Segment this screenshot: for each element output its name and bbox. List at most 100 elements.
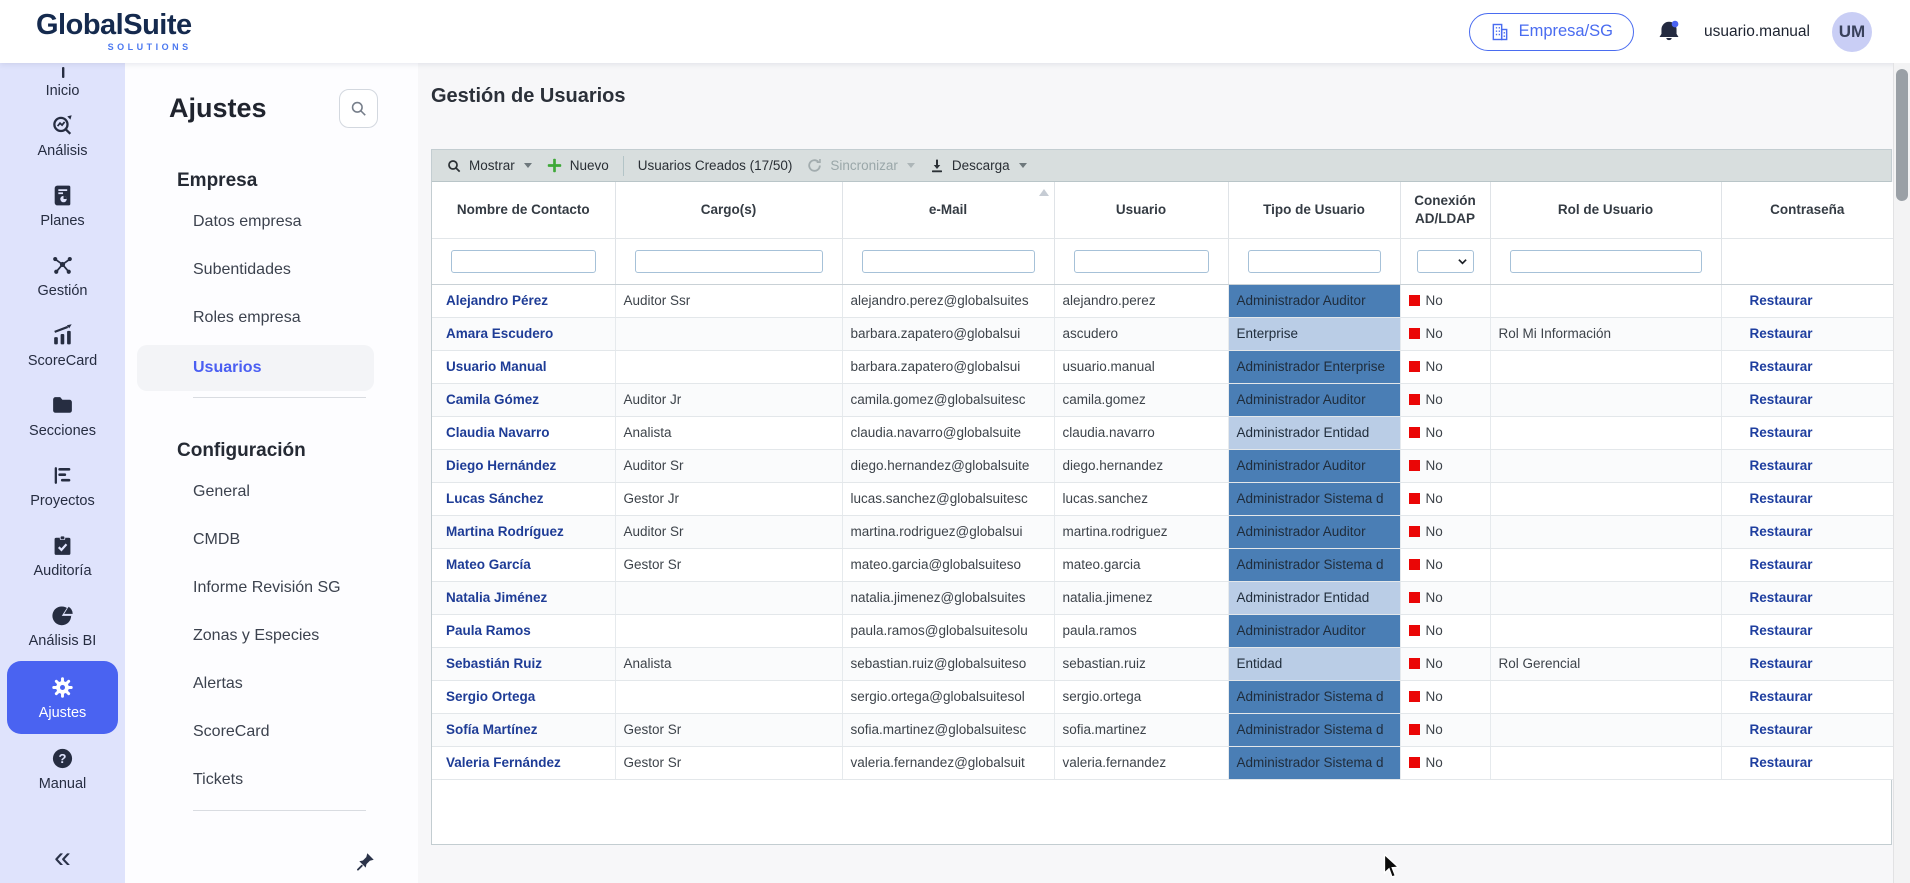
sidebar-item-planes[interactable]: Planes bbox=[7, 171, 118, 241]
building-icon bbox=[1490, 22, 1510, 42]
sidebar-item-usuarios[interactable]: Usuarios bbox=[137, 345, 374, 391]
notifications-button[interactable] bbox=[1656, 18, 1682, 46]
sidebar-item-zonas-y-especies[interactable]: Zonas y Especies bbox=[125, 612, 418, 660]
cell-conexion: No bbox=[1400, 449, 1490, 482]
app-logo: GlobalSuite SOLUTIONS bbox=[36, 11, 192, 52]
cell-name[interactable]: Lucas Sánchez bbox=[432, 482, 615, 515]
filter-select-conexion[interactable] bbox=[1417, 250, 1474, 273]
user-avatar[interactable]: UM bbox=[1832, 12, 1872, 52]
cell-pass[interactable]: Restaurar bbox=[1721, 713, 1893, 746]
column-header-usuario[interactable]: Usuario bbox=[1054, 182, 1228, 238]
cell-name[interactable]: Sofía Martínez bbox=[432, 713, 615, 746]
nuevo-button[interactable]: Nuevo bbox=[546, 157, 609, 174]
sidebar-item-scorecard[interactable]: ScoreCard bbox=[125, 708, 418, 756]
table-row: Valeria FernándezGestor Srvaleria.fernan… bbox=[432, 746, 1893, 779]
cell-pass[interactable]: Restaurar bbox=[1721, 383, 1893, 416]
sincronizar-button[interactable]: Sincronizar bbox=[806, 157, 915, 174]
sidebar-search-button[interactable] bbox=[339, 89, 378, 128]
cell-pass[interactable]: Restaurar bbox=[1721, 317, 1893, 350]
cell-tipo: Entidad bbox=[1228, 647, 1400, 680]
cell-name[interactable]: Amara Escudero bbox=[432, 317, 615, 350]
cell-name[interactable]: Camila Gómez bbox=[432, 383, 615, 416]
cell-name[interactable]: Claudia Navarro bbox=[432, 416, 615, 449]
cell-tipo: Administrador Auditor bbox=[1228, 515, 1400, 548]
cell-usuario: sebastian.ruiz bbox=[1054, 647, 1228, 680]
sidebar-item-proyectos[interactable]: Proyectos bbox=[7, 451, 118, 521]
cell-conexion: No bbox=[1400, 581, 1490, 614]
cell-name[interactable]: Mateo García bbox=[432, 548, 615, 581]
sidebar-item-auditoria[interactable]: Auditoría bbox=[7, 521, 118, 591]
collapse-sidebar-icon[interactable]: « bbox=[54, 843, 71, 873]
column-header-email[interactable]: e-Mail bbox=[842, 182, 1054, 238]
sidebar-item-alertas[interactable]: Alertas bbox=[125, 660, 418, 708]
cell-pass[interactable]: Restaurar bbox=[1721, 416, 1893, 449]
cell-pass[interactable]: Restaurar bbox=[1721, 581, 1893, 614]
cell-cargo: Analista bbox=[615, 647, 842, 680]
column-header-cargo[interactable]: Cargo(s) bbox=[615, 182, 842, 238]
column-header-name[interactable]: Nombre de Contacto bbox=[432, 182, 615, 238]
cell-email: sofia.martinez@globalsuitesc bbox=[842, 713, 1054, 746]
sidebar-item-gestion[interactable]: Gestión bbox=[7, 241, 118, 311]
column-header-rol[interactable]: Rol de Usuario bbox=[1490, 182, 1721, 238]
sidebar-item-scorecard[interactable]: ScoreCard bbox=[7, 311, 118, 381]
sidebar-item-roles-empresa[interactable]: Roles empresa bbox=[125, 294, 418, 342]
filter-input-usuario[interactable] bbox=[1074, 250, 1209, 273]
sidebar-item-analisis[interactable]: Análisis bbox=[7, 101, 118, 171]
cell-pass[interactable]: Restaurar bbox=[1721, 449, 1893, 482]
column-header-tipo[interactable]: Tipo de Usuario bbox=[1228, 182, 1400, 238]
cell-pass[interactable]: Restaurar bbox=[1721, 614, 1893, 647]
cell-name[interactable]: Valeria Fernández bbox=[432, 746, 615, 779]
sidebar-item-subentidades[interactable]: Subentidades bbox=[125, 246, 418, 294]
sidebar-item-ajustes[interactable]: Ajustes bbox=[7, 661, 118, 734]
top-bar: GlobalSuite SOLUTIONS Empresa/SG usuario… bbox=[0, 0, 1910, 63]
descarga-button[interactable]: Descarga bbox=[929, 158, 1027, 174]
mostrar-button[interactable]: Mostrar bbox=[446, 158, 532, 174]
cell-pass[interactable]: Restaurar bbox=[1721, 515, 1893, 548]
cell-name[interactable]: Alejandro Pérez bbox=[432, 284, 615, 317]
cell-name[interactable]: Usuario Manual bbox=[432, 350, 615, 383]
sidebar-item-tickets[interactable]: Tickets bbox=[125, 756, 418, 804]
filter-input-name[interactable] bbox=[451, 250, 596, 273]
pin-sidebar-icon[interactable] bbox=[354, 851, 376, 873]
filter-input-tipo[interactable] bbox=[1248, 250, 1381, 273]
ldap-status-square bbox=[1409, 493, 1420, 504]
sidebar-item-secciones[interactable]: Secciones bbox=[7, 381, 118, 451]
table-row: Sergio Ortegasergio.ortega@globalsuiteso… bbox=[432, 680, 1893, 713]
company-selector-button[interactable]: Empresa/SG bbox=[1469, 13, 1634, 51]
scrollbar-thumb[interactable] bbox=[1896, 69, 1908, 201]
column-header-conexion[interactable]: ConexiónAD/LDAP bbox=[1400, 182, 1490, 238]
gear-icon bbox=[50, 675, 75, 700]
table-row: Natalia Jiméneznatalia.jimenez@globalsui… bbox=[432, 581, 1893, 614]
cell-tipo: Administrador Sistema d bbox=[1228, 680, 1400, 713]
cell-pass[interactable]: Restaurar bbox=[1721, 746, 1893, 779]
bell-icon bbox=[1656, 18, 1682, 46]
cell-usuario: camila.gomez bbox=[1054, 383, 1228, 416]
cell-pass[interactable]: Restaurar bbox=[1721, 284, 1893, 317]
filter-input-cargo[interactable] bbox=[635, 250, 823, 273]
cell-pass[interactable]: Restaurar bbox=[1721, 647, 1893, 680]
sidebar-item-inicio[interactable]: Inicio bbox=[7, 63, 118, 101]
cell-pass[interactable]: Restaurar bbox=[1721, 680, 1893, 713]
sidebar-item-analisis-bi[interactable]: Análisis BI bbox=[7, 591, 118, 661]
sidebar-item-datos-empresa[interactable]: Datos empresa bbox=[125, 198, 418, 246]
cell-pass[interactable]: Restaurar bbox=[1721, 350, 1893, 383]
cell-name[interactable]: Sebastián Ruiz bbox=[432, 647, 615, 680]
cell-pass[interactable]: Restaurar bbox=[1721, 482, 1893, 515]
cell-name[interactable]: Martina Rodríguez bbox=[432, 515, 615, 548]
cell-rol: Rol Gerencial bbox=[1490, 647, 1721, 680]
filter-input-email[interactable] bbox=[862, 250, 1035, 273]
sidebar-item-informe-revisi-n-sg[interactable]: Informe Revisión SG bbox=[125, 564, 418, 612]
sidebar-item-cmdb[interactable]: CMDB bbox=[125, 516, 418, 564]
filter-input-rol[interactable] bbox=[1510, 250, 1702, 273]
cell-name[interactable]: Diego Hernández bbox=[432, 449, 615, 482]
cell-name[interactable]: Sergio Ortega bbox=[432, 680, 615, 713]
cell-pass[interactable]: Restaurar bbox=[1721, 548, 1893, 581]
sidebar-item-manual[interactable]: ?Manual bbox=[7, 734, 118, 804]
column-header-pass[interactable]: Contraseña bbox=[1721, 182, 1893, 238]
sidebar-item-general[interactable]: General bbox=[125, 468, 418, 516]
cell-email: sebastian.ruiz@globalsuiteso bbox=[842, 647, 1054, 680]
sort-ascending-icon[interactable] bbox=[1039, 189, 1049, 196]
vertical-scrollbar[interactable] bbox=[1893, 63, 1910, 883]
cell-name[interactable]: Natalia Jiménez bbox=[432, 581, 615, 614]
cell-name[interactable]: Paula Ramos bbox=[432, 614, 615, 647]
